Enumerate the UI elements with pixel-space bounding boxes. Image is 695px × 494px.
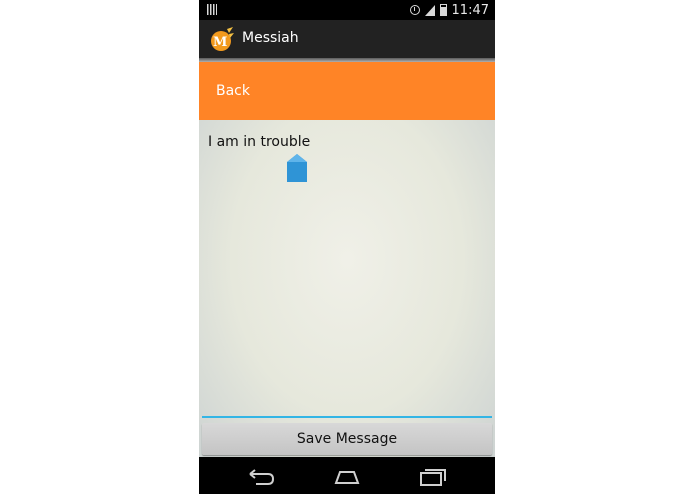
status-clock: 11:47 — [451, 2, 489, 18]
status-bar: 11:47 — [199, 0, 495, 20]
notification-bars-icon — [207, 4, 217, 15]
wifi-icon — [424, 4, 435, 16]
status-icons: 11:47 — [409, 2, 489, 18]
app-title: Messiah — [242, 30, 299, 46]
messiah-logo-icon[interactable]: M — [207, 25, 235, 53]
navigation-bar — [199, 457, 495, 494]
phone-screen: 11:47 M Messiah Back I am in trouble Sav… — [199, 0, 495, 494]
action-bar: M Messiah — [199, 20, 495, 58]
back-nav-icon[interactable] — [246, 465, 276, 487]
main-content: Back I am in trouble Save Message — [199, 62, 495, 457]
battery-icon — [439, 4, 447, 16]
alarm-icon — [409, 5, 420, 15]
svg-text:M: M — [213, 35, 227, 50]
recents-nav-icon[interactable] — [418, 465, 448, 487]
back-button[interactable]: Back — [199, 62, 495, 120]
message-input[interactable]: I am in trouble — [202, 126, 492, 418]
save-message-button[interactable]: Save Message — [202, 423, 492, 455]
text-cursor-handle-icon[interactable] — [287, 154, 307, 182]
message-text: I am in trouble — [208, 134, 311, 150]
home-nav-icon[interactable] — [332, 465, 362, 487]
